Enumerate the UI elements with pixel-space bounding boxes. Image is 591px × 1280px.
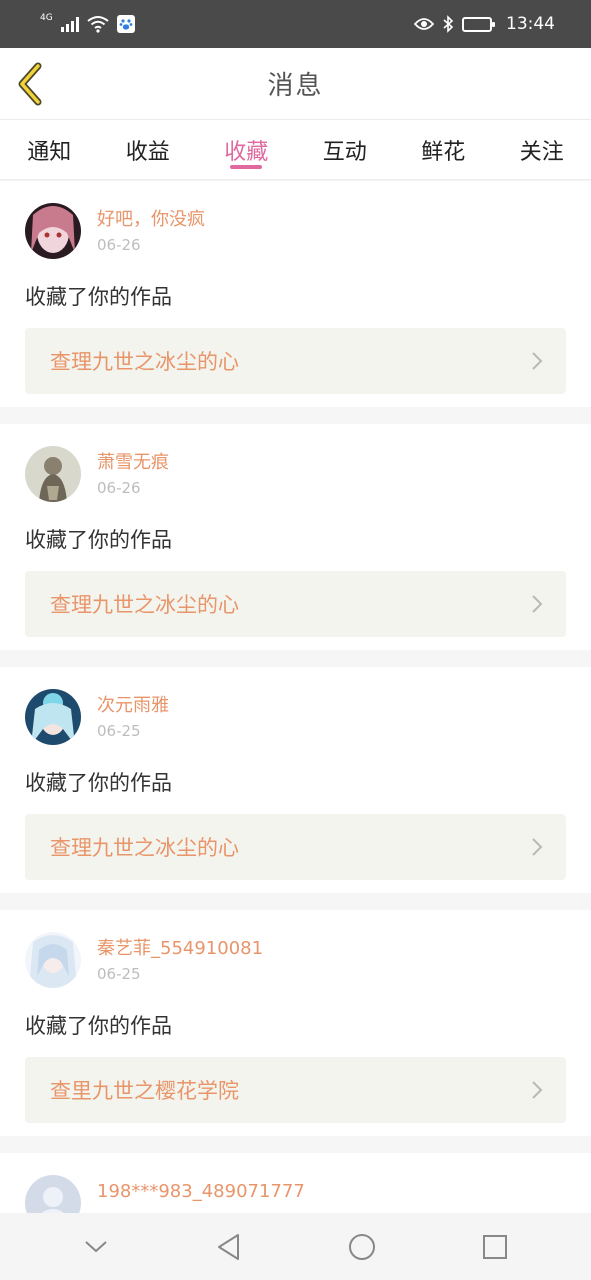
list-item: 好吧，你没疯 06-26 收藏了你的作品 查理九世之冰尘的心 xyxy=(0,181,591,407)
action-text: 收藏了你的作品 xyxy=(25,771,172,795)
avatar[interactable] xyxy=(25,446,81,502)
message-list: 好吧，你没疯 06-26 收藏了你的作品 查理九世之冰尘的心 萧雪无痕 06-2… xyxy=(0,181,591,1233)
username[interactable]: 198***983_489071777 xyxy=(97,1181,305,1203)
action-text: 收藏了你的作品 xyxy=(25,1014,172,1038)
user-row: 好吧，你没疯 06-26 xyxy=(25,203,566,259)
list-item: 次元雨雅 06-25 收藏了你的作品 查理九世之冰尘的心 xyxy=(0,667,591,893)
chevron-right-icon xyxy=(532,1081,543,1099)
username[interactable]: 秦艺菲_554910081 xyxy=(97,938,263,960)
eye-icon xyxy=(414,18,434,30)
bluetooth-icon xyxy=(443,15,454,33)
status-bar: 4G 13:44 xyxy=(0,0,591,48)
circle-home-icon xyxy=(348,1233,375,1260)
avatar[interactable] xyxy=(25,203,81,259)
page-title: 消息 xyxy=(267,71,324,101)
paw-app-icon xyxy=(116,15,135,33)
nav-home-button[interactable] xyxy=(342,1227,382,1267)
username[interactable]: 次元雨雅 xyxy=(97,695,169,717)
tab-flowers[interactable]: 鲜花 xyxy=(394,120,493,179)
status-left: 4G xyxy=(40,13,135,33)
nav-back-button[interactable] xyxy=(209,1227,249,1267)
chevron-right-icon xyxy=(532,838,543,856)
nav-recents-button[interactable] xyxy=(475,1227,515,1267)
user-meta: 198***983_489071777 xyxy=(97,1175,305,1203)
work-title: 查理九世之冰尘的心 xyxy=(50,350,239,374)
network-type: 4G xyxy=(40,13,53,23)
square-recents-icon xyxy=(482,1234,507,1259)
tab-following[interactable]: 关注 xyxy=(493,120,591,179)
user-row: 秦艺菲_554910081 06-25 xyxy=(25,932,566,988)
list-item: 萧雪无痕 06-26 收藏了你的作品 查理九世之冰尘的心 xyxy=(0,424,591,650)
user-meta: 次元雨雅 06-25 xyxy=(97,689,169,740)
username[interactable]: 萧雪无痕 xyxy=(97,452,169,474)
tab-favorites[interactable]: 收藏 xyxy=(197,120,296,179)
username[interactable]: 好吧，你没疯 xyxy=(97,209,205,231)
list-item: 秦艺菲_554910081 06-25 收藏了你的作品 查里九世之樱花学院 xyxy=(0,910,591,1136)
avatar[interactable] xyxy=(25,689,81,745)
system-nav-bar xyxy=(0,1213,591,1280)
chevron-down-icon xyxy=(85,1240,108,1252)
work-title: 查理九世之冰尘的心 xyxy=(50,593,239,617)
tab-earnings[interactable]: 收益 xyxy=(99,120,198,179)
tab-bar: 通知 收益 收藏 互动 鲜花 关注 xyxy=(0,120,591,180)
user-row: 萧雪无痕 06-26 xyxy=(25,446,566,502)
status-right: 13:44 xyxy=(414,14,555,34)
wifi-icon xyxy=(87,16,109,33)
date: 06-26 xyxy=(97,236,141,254)
action-text: 收藏了你的作品 xyxy=(25,285,172,309)
triangle-back-icon xyxy=(218,1233,240,1260)
back-arrow-icon xyxy=(18,62,42,106)
chevron-right-icon xyxy=(532,595,543,613)
app-header: 消息 xyxy=(0,48,591,120)
work-link[interactable]: 查理九世之冰尘的心 xyxy=(25,571,566,637)
tab-interactions[interactable]: 互动 xyxy=(296,120,395,179)
chevron-right-icon xyxy=(532,352,543,370)
avatar[interactable] xyxy=(25,932,81,988)
date: 06-26 xyxy=(97,479,141,497)
work-link[interactable]: 查理九世之冰尘的心 xyxy=(25,814,566,880)
user-meta: 好吧，你没疯 06-26 xyxy=(97,203,205,254)
action-text: 收藏了你的作品 xyxy=(25,528,172,552)
work-link[interactable]: 查里九世之樱花学院 xyxy=(25,1057,566,1123)
clock: 13:44 xyxy=(506,14,555,34)
date: 06-25 xyxy=(97,722,141,740)
work-title: 查里九世之樱花学院 xyxy=(50,1079,239,1103)
tab-notifications[interactable]: 通知 xyxy=(0,120,99,179)
work-title: 查理九世之冰尘的心 xyxy=(50,836,239,860)
work-link[interactable]: 查理九世之冰尘的心 xyxy=(25,328,566,394)
user-row: 次元雨雅 06-25 xyxy=(25,689,566,745)
battery-icon xyxy=(462,16,495,32)
hide-nav-button[interactable] xyxy=(76,1227,116,1267)
back-button[interactable] xyxy=(14,62,50,106)
user-meta: 秦艺菲_554910081 06-25 xyxy=(97,932,263,983)
signal-icon xyxy=(60,16,79,32)
user-meta: 萧雪无痕 06-26 xyxy=(97,446,169,497)
date: 06-25 xyxy=(97,965,141,983)
